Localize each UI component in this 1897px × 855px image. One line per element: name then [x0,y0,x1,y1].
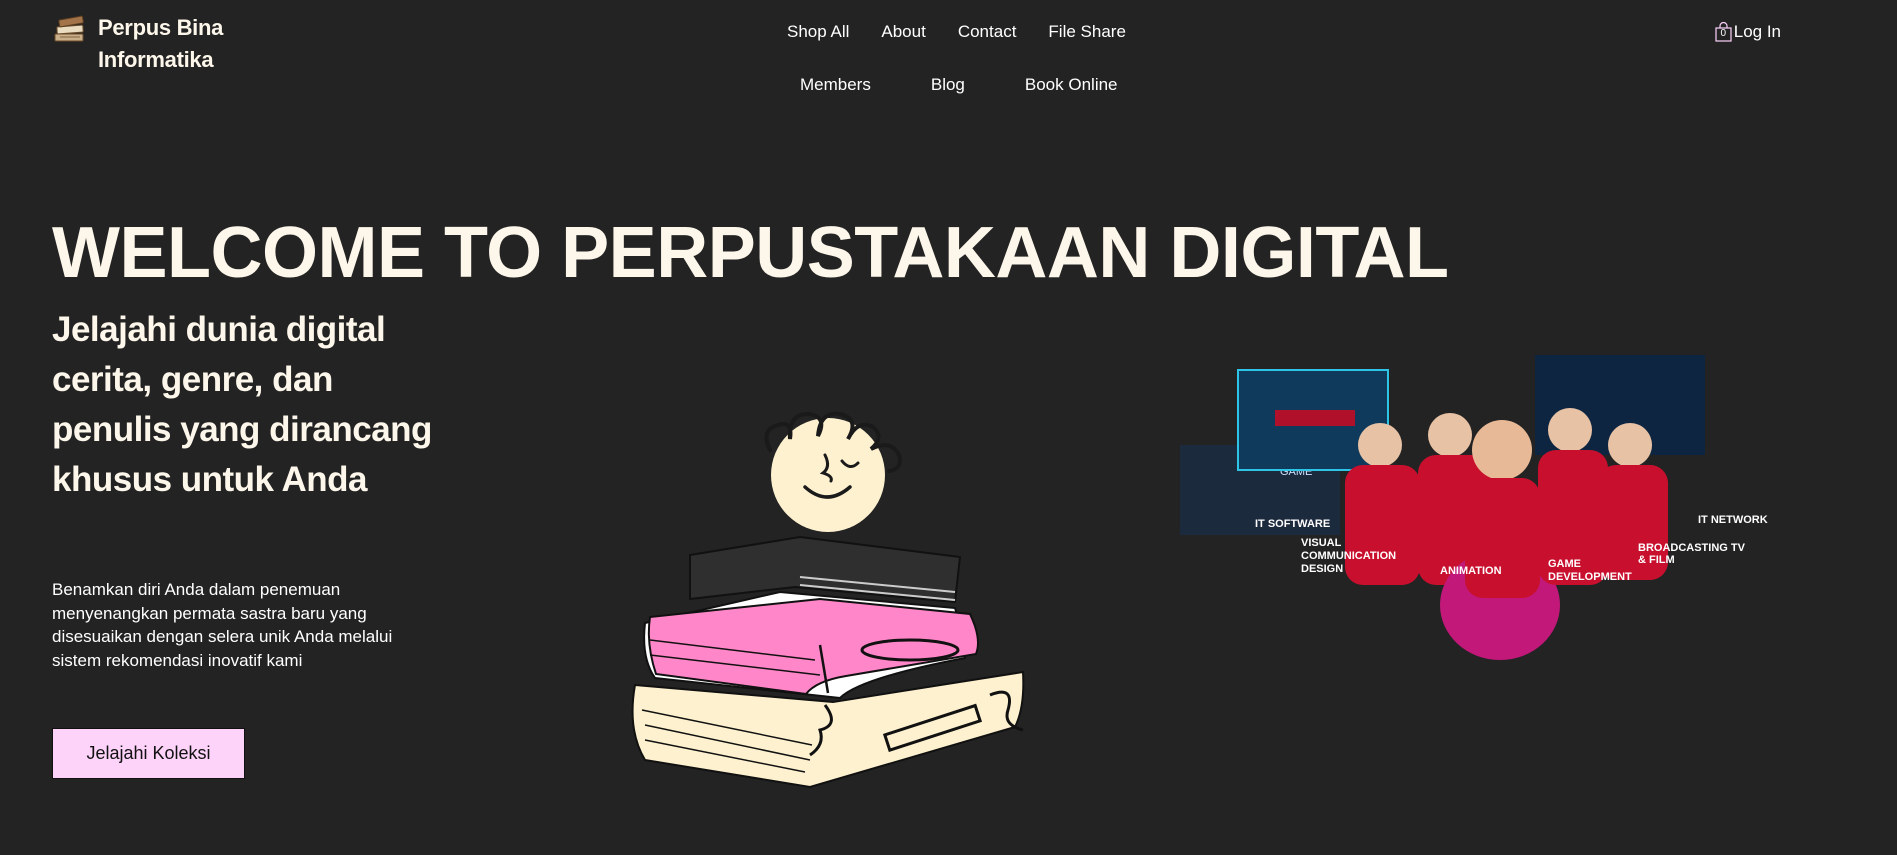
primary-nav: Shop All About Contact File Share [787,22,1126,42]
hero-title: WELCOME TO PERPUSTAKAAN DIGITAL [52,213,1449,293]
books-logo-icon [54,15,84,42]
nav-blog[interactable]: Blog [931,75,965,95]
label-it-software: IT SOFTWARE [1255,518,1330,530]
label-animation: ANIMATION [1440,565,1502,577]
brand-name: Perpus Bina Informatika [98,12,223,76]
nav-shop-all[interactable]: Shop All [787,22,849,42]
dark-book [689,535,962,604]
brand-line-2: Informatika [98,47,214,72]
brand-line-1: Perpus Bina [98,15,224,40]
label-visual-3: DESIGN [1301,563,1343,575]
student-3 [1465,478,1540,598]
students-promo-image: GAME IT SOFTWARE VISUAL COMMUNICATION DE… [1180,355,1768,660]
nav-about[interactable]: About [881,22,925,42]
label-broadcast-2: & FILM [1638,554,1675,566]
label-visual-1: VISUAL [1301,537,1342,549]
site-logo[interactable]: Perpus Bina Informatika [52,12,223,76]
student-1 [1345,465,1420,585]
secondary-nav: Members Blog Book Online [800,75,1118,95]
explore-collection-button[interactable]: Jelajahi Koleksi [52,728,245,779]
hero-subtitle: Jelajahi dunia digital cerita, genre, da… [52,310,432,499]
label-broadcast-1: BROADCASTING TV [1638,542,1746,554]
books-stack-illustration [631,411,1025,789]
login-link[interactable]: Log In [1734,22,1781,42]
label-game-1: GAME [1548,558,1581,570]
login-area[interactable]: 0 Log In [1715,21,1781,42]
hero-description: Benamkan diri Anda dalam penemuan menyen… [52,580,393,670]
nav-book-online[interactable]: Book Online [1025,75,1118,95]
cart-button[interactable]: 0 [1715,21,1732,42]
label-visual-2: COMMUNICATION [1301,550,1396,562]
label-game-2: DEVELOPMENT [1548,571,1632,583]
nav-members[interactable]: Members [800,75,871,95]
pink-book [643,590,979,700]
reader-head [764,411,902,532]
nav-file-share[interactable]: File Share [1048,22,1125,42]
cart-count: 0 [1720,28,1727,39]
nav-contact[interactable]: Contact [958,22,1017,42]
label-it-network: IT NETWORK [1698,514,1768,526]
